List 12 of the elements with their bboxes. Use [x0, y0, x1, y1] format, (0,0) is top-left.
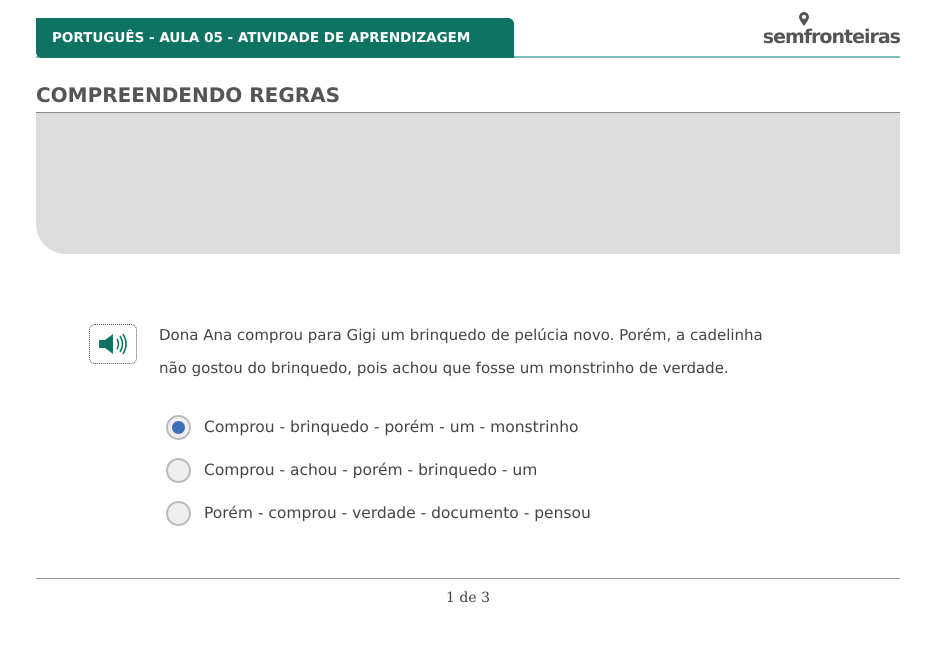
page-indicator: 1 de 3	[446, 590, 490, 606]
option-label[interactable]: Porém - comprou - verdade - documento - pensou	[204, 502, 591, 526]
radio-button[interactable]	[166, 458, 191, 483]
option-label[interactable]: Comprou - brinquedo - porém - um - monstrinho	[204, 416, 579, 440]
radio-button[interactable]	[166, 415, 191, 440]
radio-button[interactable]	[166, 501, 191, 526]
activity-title: PORTUGUÊS - AULA 05 - ATIVIDADE DE APRENDIZAGEM	[36, 18, 514, 58]
speaker-icon	[98, 333, 128, 355]
question-text: Dona Ana comprou para Gigi um brinquedo de pelúcia novo. Porém, a cadelinha não gostou do brinquedo, pois achou que fosse um monstrinho de verdade.	[159, 325, 764, 379]
option-label[interactable]: Comprou - achou - porém - brinquedo - um	[204, 458, 538, 482]
logo: semfronteiras	[762, 12, 900, 50]
audio-button[interactable]	[89, 324, 137, 364]
